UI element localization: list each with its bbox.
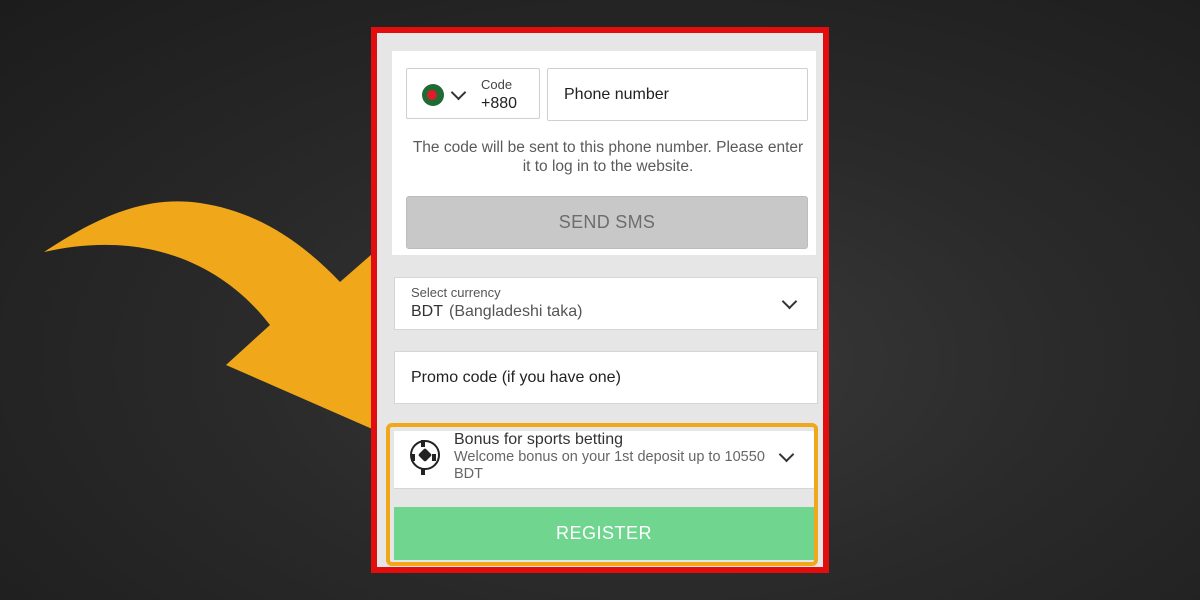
- register-button[interactable]: REGISTER: [394, 507, 814, 560]
- send-sms-button[interactable]: SEND SMS: [406, 196, 808, 249]
- bonus-subtitle: Welcome bonus on your 1st deposit up to …: [454, 449, 765, 482]
- soccer-ball-icon: [410, 440, 440, 470]
- phone-number-input[interactable]: [547, 68, 808, 121]
- sms-hint-text: The code will be sent to this phone numb…: [412, 139, 804, 175]
- currency-select[interactable]: Select currency BDT (Bangladeshi taka): [394, 277, 818, 330]
- currency-label: Select currency: [411, 285, 501, 300]
- code-label: Code: [481, 77, 513, 92]
- code-value: +880: [481, 95, 518, 112]
- promo-code-input[interactable]: [395, 352, 817, 403]
- registration-form: Code +880 The code will be sent to this …: [371, 27, 829, 573]
- bonus-select[interactable]: Bonus for sports betting Welcome bonus o…: [394, 431, 814, 489]
- chevron-down-icon: [450, 84, 467, 101]
- currency-value: BDT (Bangladeshi taka): [411, 303, 582, 321]
- bangladesh-flag-icon: [422, 84, 444, 106]
- promo-code-field: [394, 351, 818, 404]
- chevron-down-icon: [781, 293, 798, 310]
- currency-code: BDT: [411, 303, 443, 320]
- country-code-selector[interactable]: Code +880: [406, 68, 540, 119]
- phone-section: Code +880 The code will be sent to this …: [392, 51, 816, 255]
- bonus-title: Bonus for sports betting: [454, 431, 623, 448]
- currency-description: (Bangladeshi taka): [449, 303, 583, 320]
